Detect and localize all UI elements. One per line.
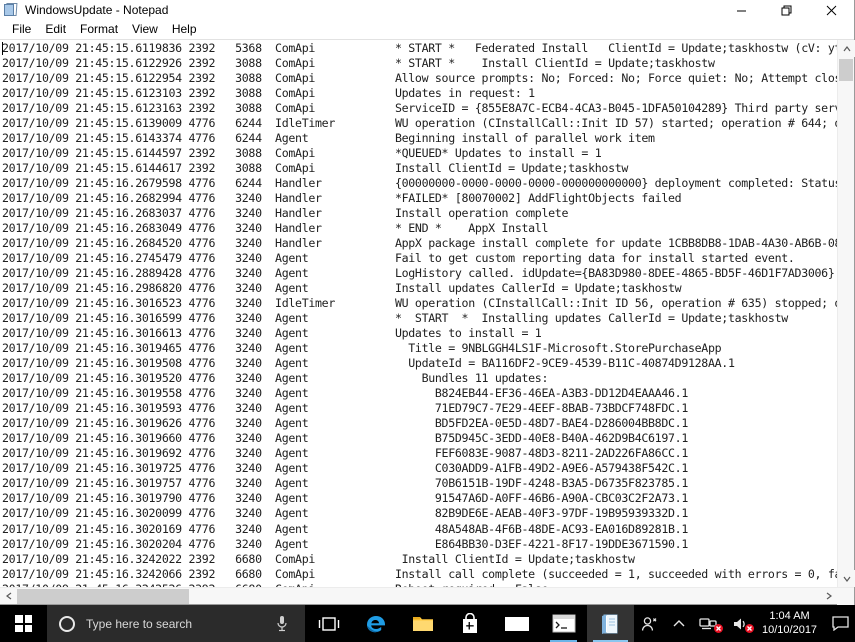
log-line: 2017/10/09 21:45:16.3019692 4776 3240 Ag…	[2, 446, 688, 461]
search-input[interactable]: Type here to search	[86, 617, 192, 631]
microsoft-edge-button[interactable]	[352, 605, 399, 642]
horizontal-scroll-track[interactable]	[17, 588, 820, 605]
microphone-icon[interactable]	[275, 615, 289, 632]
menu-item-view[interactable]: View	[125, 21, 165, 38]
start-button[interactable]	[0, 605, 47, 642]
network-error-badge	[714, 624, 723, 633]
log-line: 2017/10/09 21:45:15.6119836 2392 5368 Co…	[2, 41, 837, 55]
windows-logo-icon	[15, 615, 32, 632]
command-prompt-button[interactable]	[540, 605, 587, 642]
log-line: 2017/10/09 21:45:16.3019593 4776 3240 Ag…	[2, 401, 688, 416]
clock[interactable]: 1:04 AM 10/10/2017	[756, 605, 825, 642]
close-button[interactable]	[809, 0, 854, 20]
task-view-button[interactable]	[305, 605, 352, 642]
horizontal-scroll-thumb[interactable]	[17, 588, 189, 604]
vertical-scroll-thumb[interactable]	[839, 59, 853, 81]
vertical-scrollbar[interactable]	[837, 40, 855, 587]
notepad-taskbar-button[interactable]	[587, 605, 634, 642]
log-line: 2017/10/09 21:45:15.6143374 4776 6244 Ag…	[2, 131, 655, 146]
menu-bar: File Edit Format View Help	[0, 20, 854, 39]
log-line: 2017/10/09 21:45:15.6144597 2392 3088 Co…	[2, 146, 602, 161]
log-line: 2017/10/09 21:45:16.3019660 4776 3240 Ag…	[2, 431, 688, 446]
log-line: 2017/10/09 21:45:15.6144617 2392 3088 Co…	[2, 161, 629, 176]
show-hidden-icons-chevron-icon[interactable]	[666, 605, 692, 642]
log-text-area[interactable]: 2017/10/09 21:45:15.6119836 2392 5368 Co…	[0, 40, 837, 587]
log-line: 2017/10/09 21:45:16.3019725 4776 3240 Ag…	[2, 461, 688, 476]
menu-item-help[interactable]: Help	[165, 21, 204, 38]
log-line: 2017/10/09 21:45:16.2986820 4776 3240 Ag…	[2, 281, 682, 296]
log-line: 2017/10/09 21:45:16.3019626 4776 3240 Ag…	[2, 416, 688, 431]
action-center-icon[interactable]	[825, 605, 855, 642]
restore-button[interactable]	[764, 0, 809, 20]
log-line: 2017/10/09 21:45:16.3242066 2392 6680 Co…	[2, 566, 837, 581]
log-line: 2017/10/09 21:45:16.3016599 4776 3240 Ag…	[2, 311, 788, 326]
vertical-scroll-track[interactable]	[838, 57, 854, 570]
log-line: 2017/10/09 21:45:16.3020169 4776 3240 Ag…	[2, 521, 688, 536]
log-line: 2017/10/09 21:45:16.2683037 4776 3240 Ha…	[2, 206, 569, 221]
notepad-window: WindowsUpdate - Notepad File Edit Format…	[0, 0, 855, 605]
log-line: 2017/10/09 21:45:16.2889428 4776 3240 Ag…	[2, 266, 837, 281]
notepad-icon	[4, 2, 20, 18]
clock-time: 1:04 AM	[769, 610, 810, 623]
taskbar: Type here to search 1:04 AM 10/10/2017	[0, 605, 855, 642]
horizontal-scrollbar[interactable]	[0, 587, 854, 605]
minimize-button[interactable]	[719, 0, 764, 20]
menu-item-edit[interactable]: Edit	[38, 21, 73, 38]
log-line: 2017/10/09 21:45:15.6139009 4776 6244 Id…	[2, 116, 837, 131]
menu-item-file[interactable]: File	[5, 21, 38, 38]
log-line: 2017/10/09 21:45:16.3020099 4776 3240 Ag…	[2, 506, 688, 521]
log-line: 2017/10/09 21:45:16.3019520 4776 3240 Ag…	[2, 371, 549, 386]
cortana-icon[interactable]	[59, 615, 75, 632]
log-line: 2017/10/09 21:45:15.6122926 2392 3088 Co…	[2, 56, 715, 71]
log-line: 2017/10/09 21:45:16.3242022 2392 6680 Co…	[2, 551, 635, 566]
log-line: 2017/10/09 21:45:15.6123163 2392 3088 Co…	[2, 101, 837, 116]
system-tray: 1:04 AM 10/10/2017	[634, 605, 855, 642]
menu-item-format[interactable]: Format	[73, 21, 125, 38]
log-line: 2017/10/09 21:45:16.2683049 4776 3240 Ha…	[2, 221, 549, 236]
clock-date: 10/10/2017	[762, 623, 818, 636]
log-line: 2017/10/09 21:45:15.6122954 2392 3088 Co…	[2, 71, 837, 86]
window-title: WindowsUpdate - Notepad	[25, 3, 169, 17]
network-icon[interactable]	[692, 605, 725, 642]
log-line: 2017/10/09 21:45:16.3019558 4776 3240 Ag…	[2, 386, 688, 401]
microsoft-store-button[interactable]	[446, 605, 493, 642]
log-line: 2017/10/09 21:45:16.3019790 4776 3240 Ag…	[2, 491, 688, 506]
desktop-screen: WindowsUpdate - Notepad File Edit Format…	[0, 0, 855, 642]
volume-muted-badge	[745, 624, 754, 633]
title-bar[interactable]: WindowsUpdate - Notepad	[0, 0, 854, 20]
scroll-left-icon[interactable]	[0, 588, 17, 605]
log-line: 2017/10/09 21:45:16.3016613 4776 3240 Ag…	[2, 326, 542, 341]
scrollbar-corner	[837, 587, 854, 605]
window-controls	[719, 0, 854, 20]
mail-button[interactable]	[493, 605, 540, 642]
log-line: 2017/10/09 21:45:16.3019757 4776 3240 Ag…	[2, 476, 688, 491]
text-caret	[2, 42, 3, 55]
log-line: 2017/10/09 21:45:15.6123103 2392 3088 Co…	[2, 86, 535, 101]
log-line: 2017/10/09 21:45:16.2682994 4776 3240 Ha…	[2, 191, 682, 206]
scroll-right-icon[interactable]	[820, 588, 837, 605]
editor-area: 2017/10/09 21:45:15.6119836 2392 5368 Co…	[0, 39, 855, 605]
log-line: 2017/10/09 21:45:16.3016523 4776 3240 Id…	[2, 296, 837, 311]
scroll-down-icon[interactable]	[838, 570, 855, 587]
people-icon[interactable]	[634, 605, 666, 642]
log-line: 2017/10/09 21:45:16.2745479 4776 3240 Ag…	[2, 251, 795, 266]
file-explorer-button[interactable]	[399, 605, 446, 642]
volume-icon[interactable]	[725, 605, 756, 642]
scroll-up-icon[interactable]	[838, 40, 855, 57]
log-line: 2017/10/09 21:45:16.2679598 4776 6244 Ha…	[2, 176, 837, 191]
log-line: 2017/10/09 21:45:16.3019465 4776 3240 Ag…	[2, 341, 722, 356]
log-line: 2017/10/09 21:45:16.2684520 4776 3240 Ha…	[2, 236, 837, 251]
log-line: 2017/10/09 21:45:16.3019508 4776 3240 Ag…	[2, 356, 735, 371]
log-line: 2017/10/09 21:45:16.3020204 4776 3240 Ag…	[2, 536, 688, 551]
search-box[interactable]: Type here to search	[47, 605, 305, 642]
